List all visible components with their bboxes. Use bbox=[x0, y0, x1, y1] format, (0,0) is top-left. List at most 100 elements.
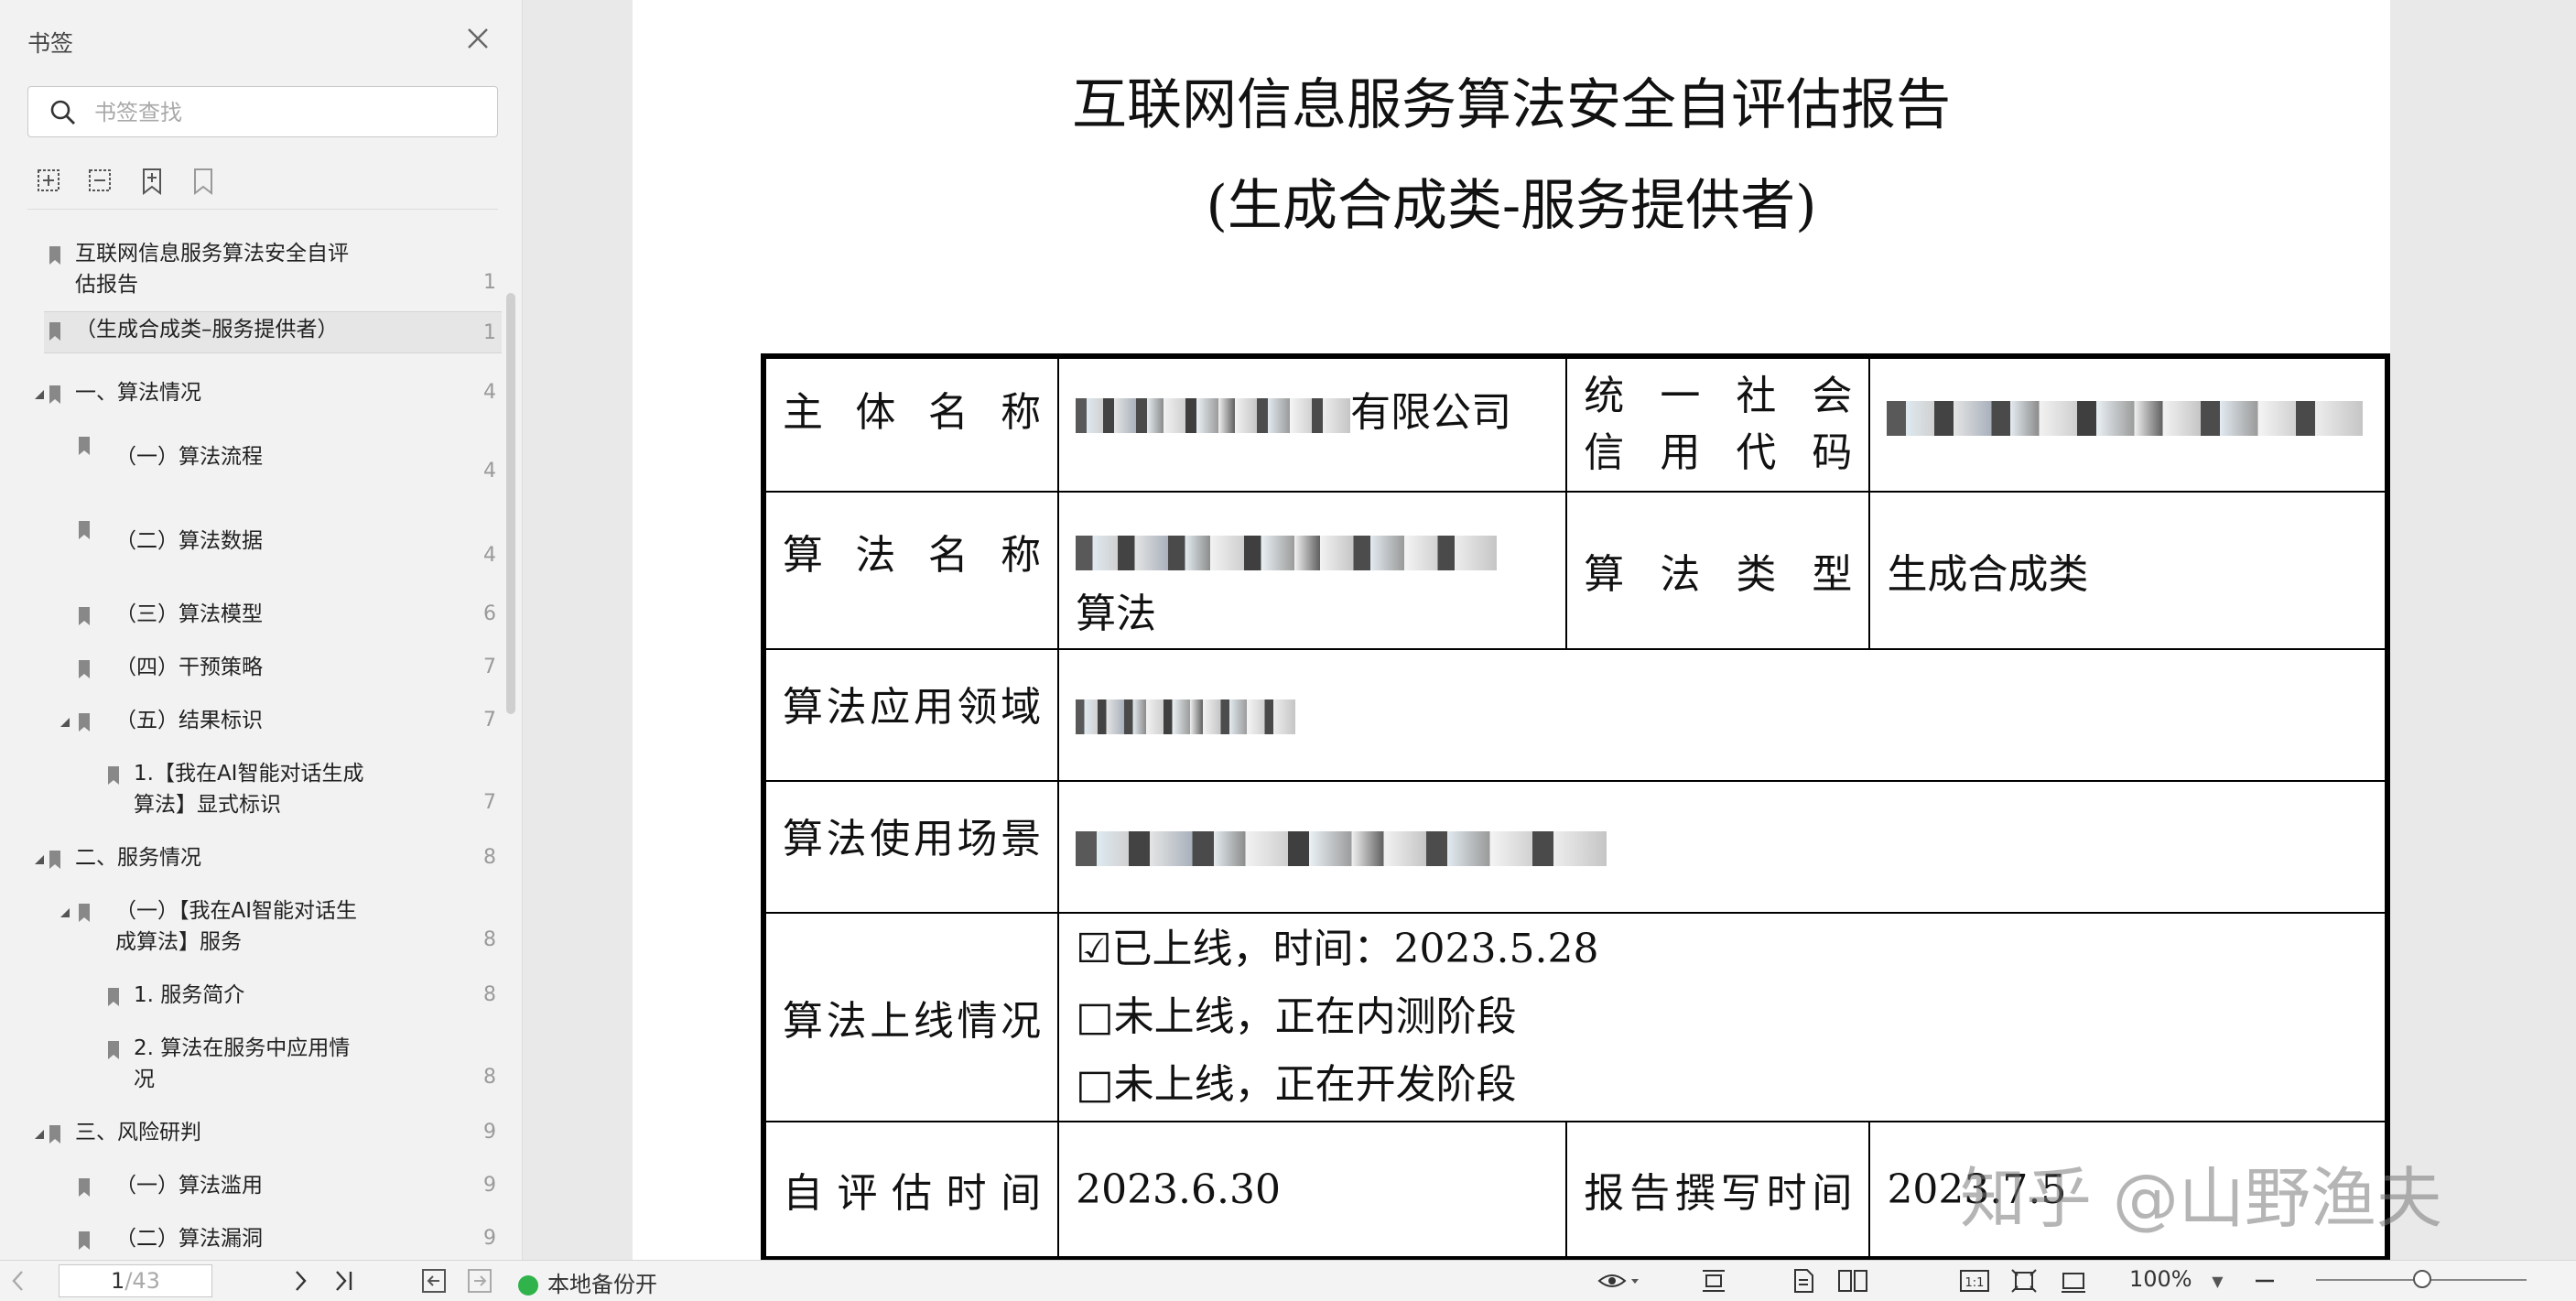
bookmark-label-line: 况 bbox=[134, 1068, 155, 1091]
double-view-icon[interactable] bbox=[1836, 1268, 1869, 1294]
subject-label: 主体名称 bbox=[783, 389, 1042, 436]
last-page-icon[interactable] bbox=[333, 1268, 355, 1294]
algo-type-label: 算法类型 bbox=[1584, 551, 1853, 598]
local-backup-status[interactable]: 本地备份开 bbox=[518, 1266, 657, 1298]
bookmark-label: （三）算法模型 bbox=[115, 599, 263, 630]
bookmark-label: （四）干预策略 bbox=[115, 652, 263, 683]
expand-triangle-icon[interactable] bbox=[33, 388, 46, 401]
document-subtitle: (生成合成类-服务提供者) bbox=[1206, 174, 1817, 238]
table-row: 算法名称 算法 算法类型 生成合成类 bbox=[762, 491, 2388, 650]
online-options: ☑已上线，时间：2023.5.28 □未上线，正在内测阶段 □未上线，正在开发阶… bbox=[1057, 912, 2388, 1122]
bookmark-icon bbox=[79, 1231, 90, 1250]
algo-name-value: 算法 bbox=[1057, 491, 1568, 650]
bookmark-item[interactable]: 互联网信息服务算法安全自评 估报告 1 bbox=[0, 236, 502, 302]
redacted-text bbox=[1076, 535, 1498, 570]
bookmark-label-line: 1. 服务简介 bbox=[134, 983, 245, 1007]
bookmark-item[interactable]: （一）算法滥用 9 bbox=[0, 1168, 502, 1205]
bookmark-item[interactable]: 一、算法情况 4 bbox=[0, 375, 502, 412]
backup-label: 本地备份开 bbox=[547, 1272, 657, 1297]
bookmark-label: （一）算法流程 bbox=[115, 441, 263, 472]
fit-page-icon[interactable] bbox=[2010, 1268, 2038, 1294]
bookmark-item[interactable]: （生成合成类–服务提供者） 1 bbox=[44, 311, 502, 353]
bookmark-icon bbox=[49, 322, 60, 341]
back-icon[interactable] bbox=[421, 1268, 447, 1294]
bookmark-label-line: 算法】显式标识 bbox=[134, 793, 281, 817]
bookmark-page-number: 4 bbox=[483, 460, 496, 482]
collapse-all-icon[interactable] bbox=[84, 165, 117, 198]
bookmark-label: 1. 服务简介 bbox=[134, 980, 244, 1011]
bookmark-label-line: （一）算法流程 bbox=[115, 445, 263, 469]
eye-icon[interactable] bbox=[1596, 1268, 1642, 1294]
actual-size-icon[interactable]: 1:1 bbox=[1959, 1268, 1990, 1294]
bookmark-page-number: 7 bbox=[483, 709, 496, 732]
algo-type-value: 生成合成类 bbox=[1868, 491, 2388, 650]
forward-icon[interactable] bbox=[467, 1268, 492, 1294]
expand-triangle-icon[interactable] bbox=[59, 906, 71, 919]
bookmark-page-number: 9 bbox=[483, 1174, 496, 1197]
bookmark-icon bbox=[79, 1178, 90, 1197]
bookmark-icon bbox=[49, 246, 60, 265]
sidebar-scrollbar[interactable] bbox=[506, 293, 515, 714]
bookmark-item[interactable]: 三、风险研判 9 bbox=[0, 1115, 502, 1152]
bookmark-panel: 书签 互联网信息服务算法安全自评估报告 1 （生成合成类–服务提供者） 1 一、算法情况… bbox=[0, 0, 523, 1260]
bookmark-icon bbox=[49, 385, 60, 404]
bookmark-page-number: 9 bbox=[483, 1227, 496, 1250]
page-number-field[interactable]: 1/43 bbox=[59, 1264, 212, 1297]
bookmark-label: （二）算法数据 bbox=[115, 526, 263, 557]
fit-width-icon[interactable] bbox=[2060, 1268, 2087, 1294]
bookmark-label-line: 1.【我在AI智能对话生成 bbox=[134, 762, 364, 786]
bookmark-item[interactable]: （二）算法漏洞 9 bbox=[0, 1221, 502, 1258]
online-option-1: ☑已上线，时间：2023.5.28 bbox=[1076, 926, 1599, 972]
bookmark-label-line: 成算法】服务 bbox=[115, 930, 242, 954]
bookmark-page-number: 4 bbox=[483, 381, 496, 404]
bookmark-item[interactable]: （一）算法流程 4 bbox=[0, 430, 502, 491]
remove-bookmark-icon[interactable] bbox=[187, 165, 220, 198]
bookmark-page-number: 7 bbox=[483, 656, 496, 678]
online-label: 算法上线情况 bbox=[783, 998, 1042, 1045]
bookmark-item[interactable]: （四）干预策略 7 bbox=[0, 650, 502, 687]
online-option-2: □未上线，正在内测阶段 bbox=[1076, 993, 1517, 1040]
bookmark-icon bbox=[108, 988, 119, 1006]
bookmark-icon bbox=[49, 1125, 60, 1144]
bookmark-search[interactable] bbox=[27, 86, 498, 137]
bookmark-icon bbox=[79, 713, 90, 732]
prev-page-icon[interactable] bbox=[9, 1268, 27, 1294]
bookmark-item[interactable]: 二、服务情况 8 bbox=[0, 840, 502, 877]
zoom-slider-handle[interactable] bbox=[2413, 1270, 2431, 1288]
bookmark-item[interactable]: （一）【我在AI智能对话生 成算法】服务 8 bbox=[0, 894, 502, 959]
expand-triangle-icon[interactable] bbox=[33, 853, 46, 866]
add-bookmark-icon[interactable] bbox=[135, 165, 168, 198]
bookmark-icon bbox=[79, 660, 90, 678]
bookmark-icon bbox=[108, 1041, 119, 1059]
table-row: 主体名称 有限公司 统 一 社 会信 用 代 码 bbox=[762, 355, 2388, 493]
next-page-icon[interactable] bbox=[291, 1268, 309, 1294]
bookmark-item[interactable]: （三）算法模型 6 bbox=[0, 597, 502, 634]
bookmark-item[interactable]: 1. 服务简介 8 bbox=[0, 978, 502, 1014]
total-pages: /43 bbox=[124, 1268, 160, 1294]
zoom-level[interactable]: 100% ▼ bbox=[2129, 1266, 2224, 1292]
credit-code-value bbox=[1868, 355, 2388, 493]
bookmark-item[interactable]: 2. 算法在服务中应用情况 8 bbox=[0, 1031, 502, 1097]
close-icon[interactable] bbox=[463, 24, 492, 53]
domain-label: 算法应用领域 bbox=[783, 684, 1042, 731]
bookmark-label-line: （二）算法漏洞 bbox=[115, 1227, 263, 1251]
eval-time-label: 自评估时间 bbox=[783, 1170, 1042, 1217]
single-view-icon[interactable] bbox=[1791, 1268, 1816, 1294]
bookmark-icon bbox=[49, 851, 60, 869]
redacted-text bbox=[1076, 699, 1296, 734]
zoom-out-icon[interactable] bbox=[2252, 1268, 2278, 1294]
bookmark-label: （生成合成类–服务提供者） bbox=[75, 314, 339, 345]
algo-name-suffix: 算法 bbox=[1076, 591, 1157, 637]
expand-all-icon[interactable] bbox=[33, 165, 66, 198]
single-page-icon[interactable] bbox=[1699, 1268, 1728, 1294]
bookmark-item[interactable]: （五）结果标识 7 bbox=[0, 703, 502, 740]
bookmark-item[interactable]: （二）算法数据 4 bbox=[0, 515, 502, 575]
bookmark-page-number: 8 bbox=[483, 983, 496, 1006]
bookmark-label: 2. 算法在服务中应用情况 bbox=[134, 1033, 350, 1095]
document-viewport[interactable]: 互联网信息服务算法安全自评估报告 (生成合成类-服务提供者) 主体名称 有限公司… bbox=[523, 0, 2576, 1262]
expand-triangle-icon[interactable] bbox=[33, 1128, 46, 1141]
bookmark-icon bbox=[79, 437, 90, 455]
expand-triangle-icon[interactable] bbox=[59, 716, 71, 729]
search-input[interactable] bbox=[92, 96, 481, 129]
bookmark-item[interactable]: 1.【我在AI智能对话生成 算法】显式标识 7 bbox=[0, 756, 502, 822]
